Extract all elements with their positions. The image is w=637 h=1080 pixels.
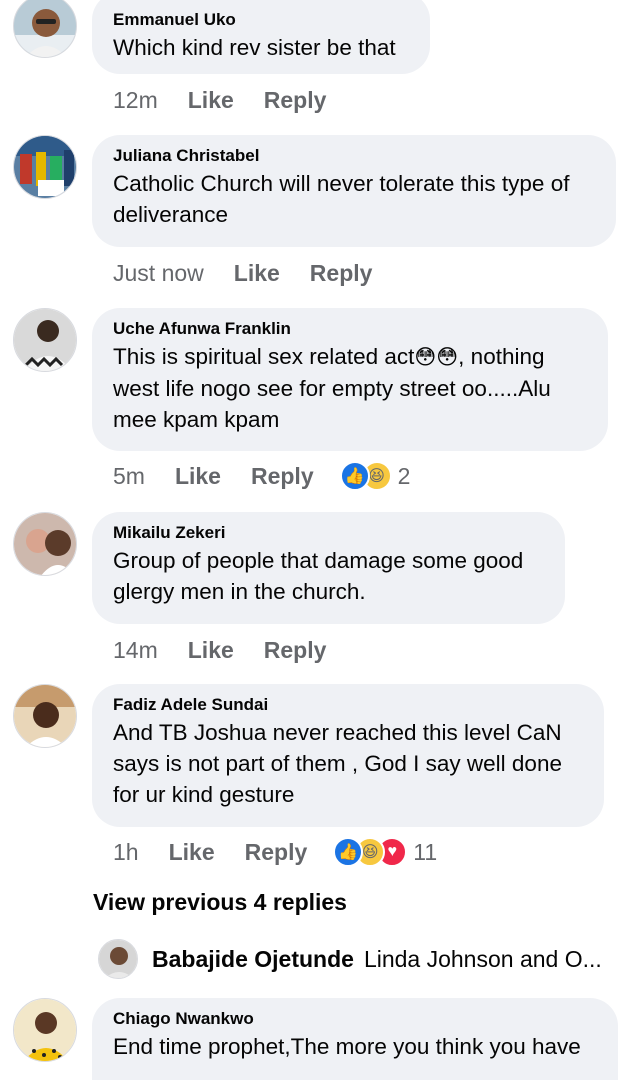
comment-line: Catholic Church will never tolerate this…: [113, 171, 570, 196]
reply-button[interactable]: Reply: [245, 839, 308, 866]
comment-author[interactable]: Juliana Christabel: [113, 145, 596, 166]
comment-bubble: Uche Afunwa Franklin This is spiritual s…: [92, 308, 608, 451]
comment-text: And TB Joshua never reached this level C…: [113, 717, 584, 810]
reply-snippet: Linda Johnson and O...: [363, 945, 602, 972]
comment-line-text: This is spiritual sex related act: [113, 344, 415, 369]
reply-author[interactable]: Babajide Ojetunde: [152, 946, 354, 973]
avatar[interactable]: [13, 135, 77, 199]
comment-text: End time prophet,The more you think you …: [113, 1031, 598, 1062]
person-avatar-icon: [14, 685, 76, 747]
avatar[interactable]: [13, 998, 77, 1062]
comment-line: says is not part of them , God I say wel…: [113, 751, 562, 776]
comment-time[interactable]: 14m: [113, 637, 158, 664]
comment-line: for ur kind gesture: [113, 782, 295, 807]
comment-line: This is spiritual sex related act😳😳, not…: [113, 341, 588, 373]
avatar[interactable]: [13, 308, 77, 372]
person-avatar-icon: [14, 309, 76, 371]
person-avatar-icon: [14, 513, 76, 575]
comment-author[interactable]: Uche Afunwa Franklin: [113, 318, 588, 339]
avatar[interactable]: [13, 512, 77, 576]
photo-avatar-icon: [14, 136, 76, 198]
comment-line: And TB Joshua never reached this level C…: [113, 720, 562, 745]
reaction-count: 2: [397, 462, 411, 489]
comment-bubble: Chiago Nwankwo End time prophet,The more…: [92, 998, 618, 1080]
comment-actions: 1h Like Reply 👍 😆 ♥ 11: [113, 837, 437, 867]
comment-actions: 12m Like Reply: [113, 85, 356, 115]
comment-bubble: Juliana Christabel Catholic Church will …: [92, 135, 616, 247]
comment-line: mee kpam kpam: [113, 407, 280, 432]
comment-line: End time prophet,The more you think you …: [113, 1034, 581, 1059]
comment-time[interactable]: Just now: [113, 260, 204, 287]
comment-author[interactable]: Emmanuel Uko: [113, 9, 410, 30]
person-avatar-icon: [14, 0, 76, 57]
avatar[interactable]: [13, 0, 77, 58]
view-previous-replies-link[interactable]: View previous 4 replies: [93, 889, 347, 916]
comment-line: glergy men in the church.: [113, 579, 366, 604]
comment-line: deliverance: [113, 202, 229, 227]
comment-actions: 5m Like Reply 👍 😆 2: [113, 461, 410, 491]
reply-button[interactable]: Reply: [264, 87, 327, 114]
avatar[interactable]: [98, 939, 138, 979]
like-reaction-icon: 👍: [339, 461, 370, 491]
comment-line: west life nogo see for empty street oo..…: [113, 376, 551, 401]
comments-feed: Emmanuel Uko Which kind rev sister be th…: [0, 0, 637, 1080]
reaction-count: 11: [413, 838, 438, 865]
flushed-emoji-icon: 😳😳: [414, 346, 459, 369]
like-button[interactable]: Like: [188, 637, 234, 664]
comment-line: Group of people that damage some good: [113, 548, 524, 573]
comment-bubble: Fadiz Adele Sundai And TB Joshua never r…: [92, 684, 604, 827]
reaction-summary[interactable]: 👍 😆 2: [339, 461, 411, 491]
like-button[interactable]: Like: [169, 839, 215, 866]
comment-line: Which kind rev sister be that: [113, 35, 396, 60]
like-button[interactable]: Like: [175, 463, 221, 490]
comment-bubble: Emmanuel Uko Which kind rev sister be th…: [92, 0, 430, 74]
comment-actions: 14m Like Reply: [113, 635, 356, 665]
comment-author[interactable]: Chiago Nwankwo: [113, 1008, 598, 1029]
like-button[interactable]: Like: [234, 260, 280, 287]
comment-actions: Just now Like Reply: [113, 258, 402, 288]
comment-bubble: Mikailu Zekeri Group of people that dama…: [92, 512, 565, 624]
comment-line-text: , nothing: [458, 344, 545, 369]
person-avatar-icon: [99, 940, 137, 978]
reply-button[interactable]: Reply: [251, 463, 314, 490]
person-avatar-icon: [14, 999, 76, 1061]
comment-time[interactable]: 12m: [113, 87, 158, 114]
reply-button[interactable]: Reply: [310, 260, 373, 287]
comment-text: Group of people that damage some good gl…: [113, 545, 545, 607]
reply-preview[interactable]: Babajide Ojetunde Linda Johnson and O...: [98, 939, 602, 979]
comment-time[interactable]: 1h: [113, 839, 139, 866]
like-button[interactable]: Like: [188, 87, 234, 114]
comment-text: Catholic Church will never tolerate this…: [113, 168, 596, 230]
avatar[interactable]: [13, 684, 77, 748]
comment-author[interactable]: Mikailu Zekeri: [113, 522, 545, 543]
reaction-summary[interactable]: 👍 😆 ♥ 11: [333, 837, 437, 867]
reply-button[interactable]: Reply: [264, 637, 327, 664]
comment-text: Which kind rev sister be that: [113, 32, 410, 63]
comment-author[interactable]: Fadiz Adele Sundai: [113, 694, 584, 715]
comment-text: This is spiritual sex related act😳😳, not…: [113, 341, 588, 435]
comment-time[interactable]: 5m: [113, 463, 145, 490]
